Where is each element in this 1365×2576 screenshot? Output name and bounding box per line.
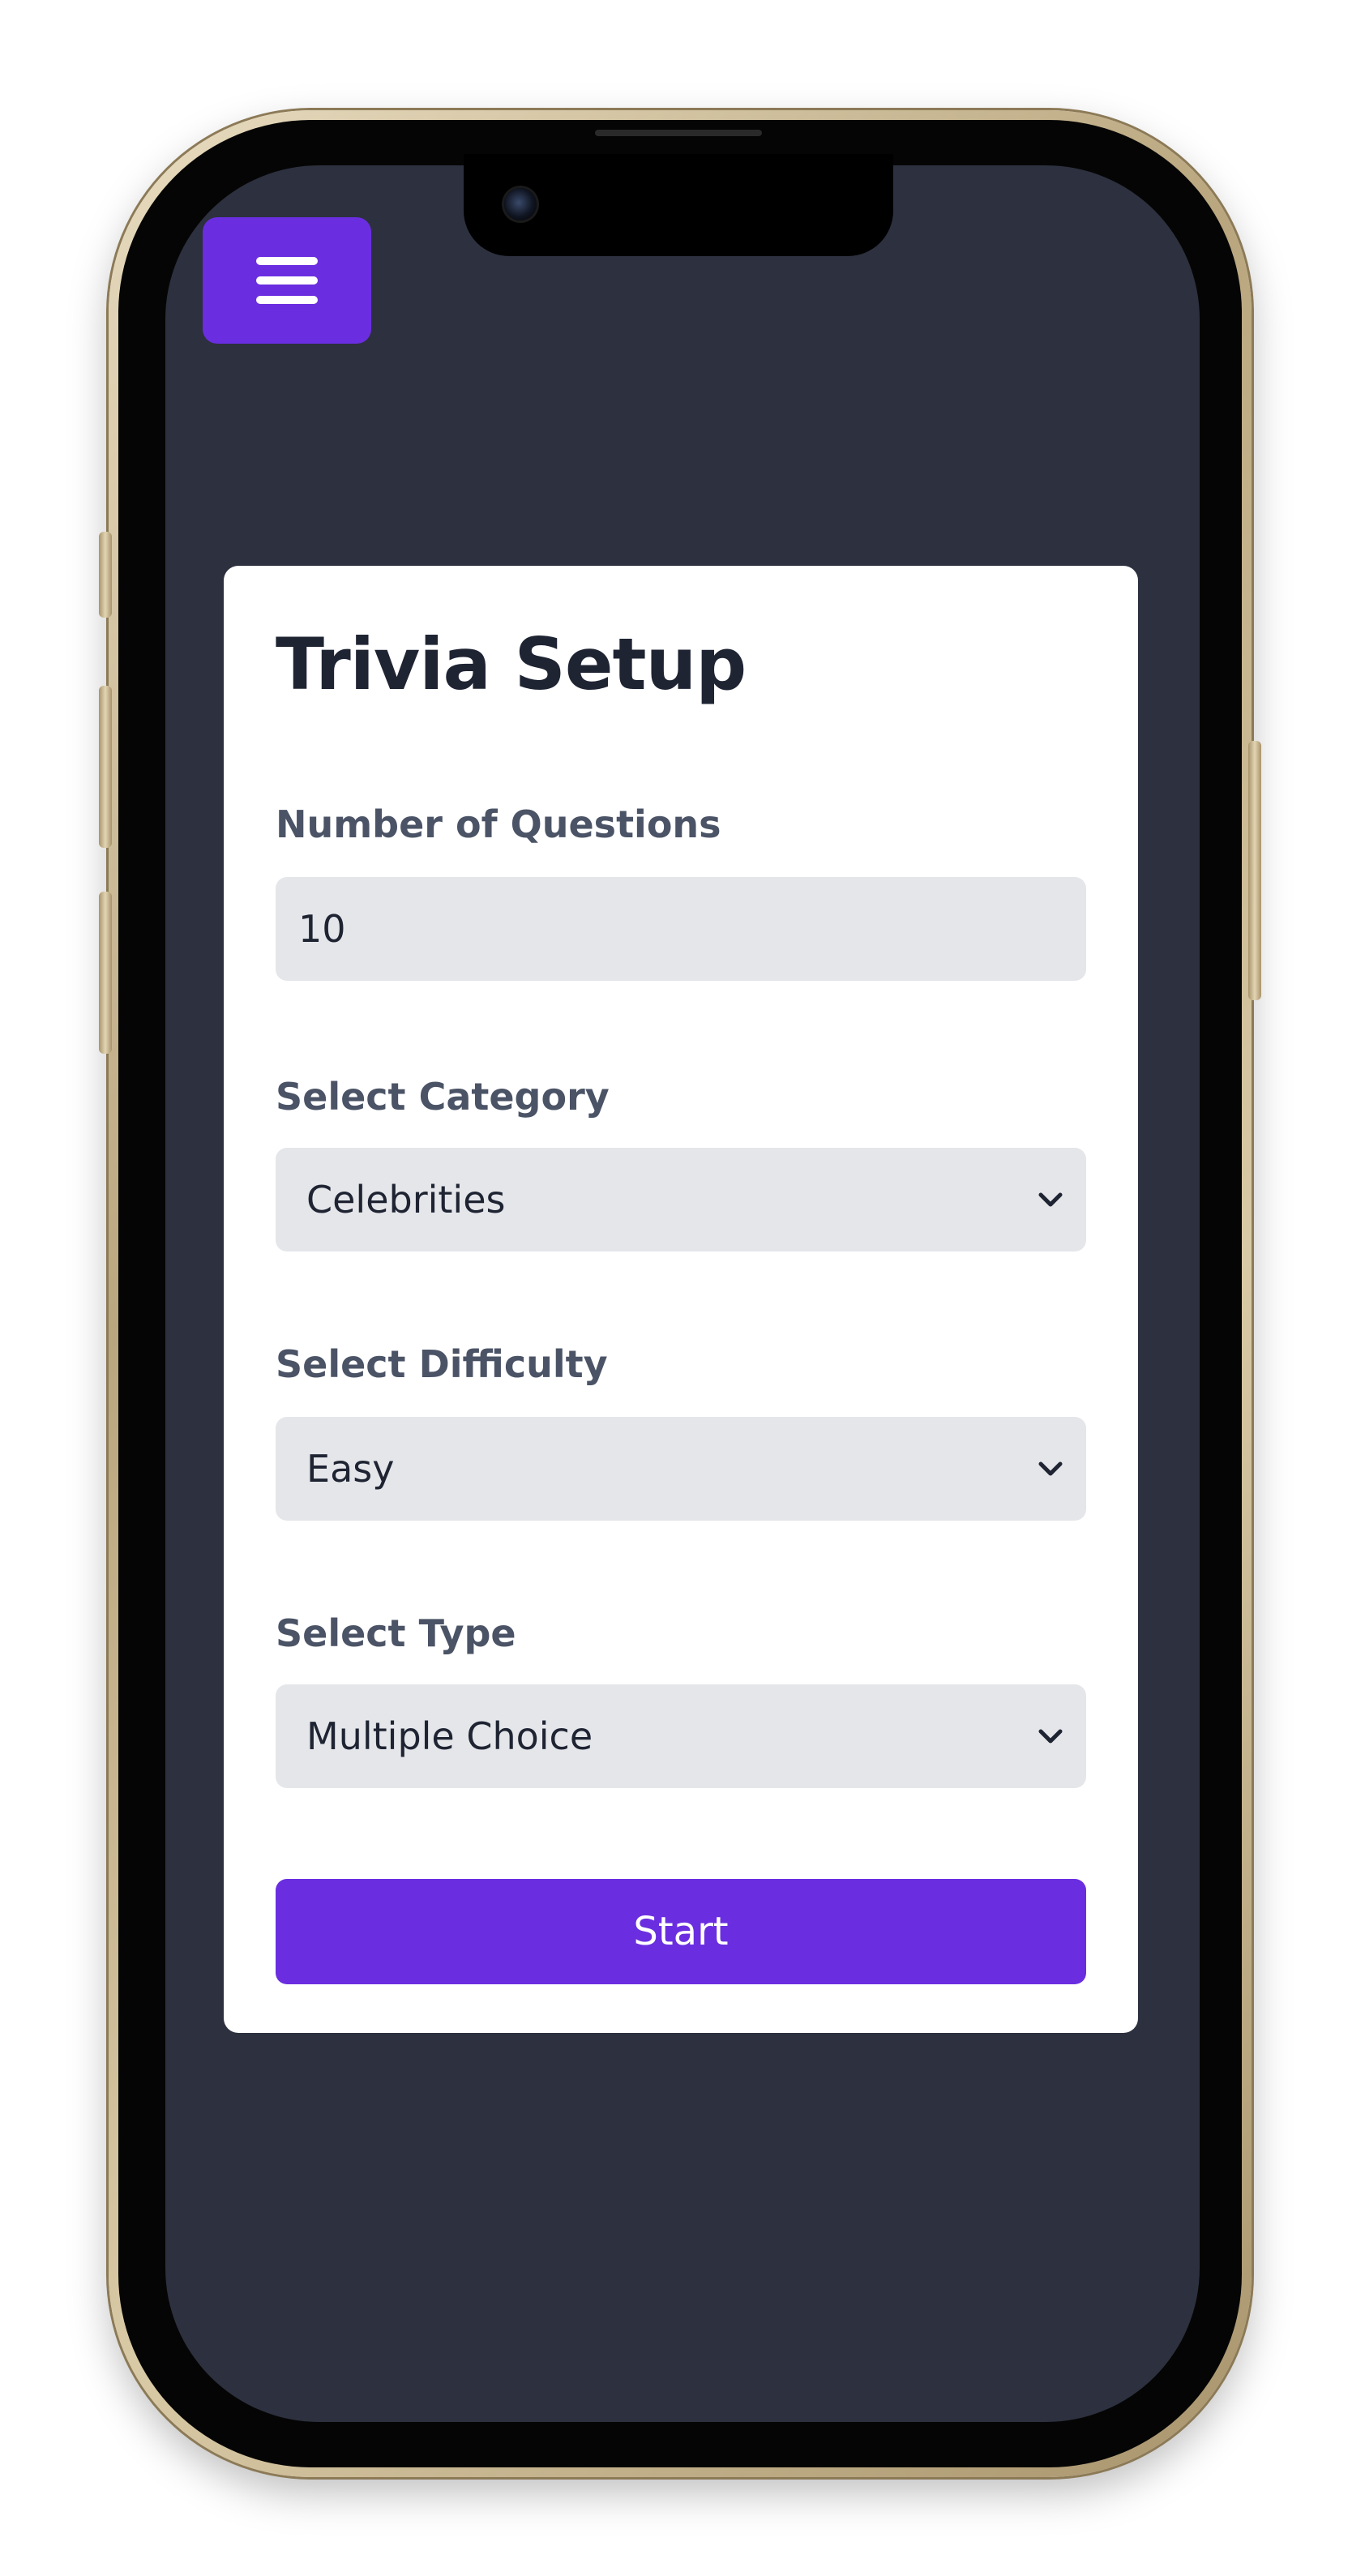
chevron-down-icon <box>1034 1183 1067 1216</box>
speaker-grille <box>595 130 762 136</box>
difficulty-select[interactable]: Easy <box>276 1417 1086 1521</box>
page-title: Trivia Setup <box>276 623 747 706</box>
power-button <box>1248 741 1261 1000</box>
chevron-down-icon <box>1034 1720 1067 1752</box>
type-selected-value: Multiple Choice <box>306 1714 593 1758</box>
category-select[interactable]: Celebrities <box>276 1148 1086 1252</box>
volume-down-button <box>99 892 112 1054</box>
chevron-down-icon <box>1034 1453 1067 1485</box>
questions-input[interactable]: 10 <box>276 877 1086 981</box>
hamburger-menu-icon-middle <box>256 276 318 285</box>
front-camera-icon <box>504 188 537 220</box>
trivia-setup-card: Trivia Setup Number of Questions 10 Sele… <box>224 566 1138 2033</box>
category-label: Select Category <box>276 1075 610 1119</box>
menu-button[interactable] <box>203 217 371 344</box>
silent-switch <box>99 532 112 618</box>
questions-label: Number of Questions <box>276 802 721 846</box>
hamburger-menu-icon-bottom <box>256 296 318 304</box>
type-select[interactable]: Multiple Choice <box>276 1684 1086 1788</box>
volume-up-button <box>99 686 112 848</box>
hamburger-menu-icon <box>256 257 318 265</box>
category-selected-value: Celebrities <box>306 1178 506 1222</box>
start-button[interactable]: Start <box>276 1879 1086 1984</box>
difficulty-label: Select Difficulty <box>276 1342 608 1386</box>
difficulty-selected-value: Easy <box>306 1447 395 1491</box>
questions-input-value: 10 <box>298 907 346 951</box>
type-label: Select Type <box>276 1611 516 1655</box>
